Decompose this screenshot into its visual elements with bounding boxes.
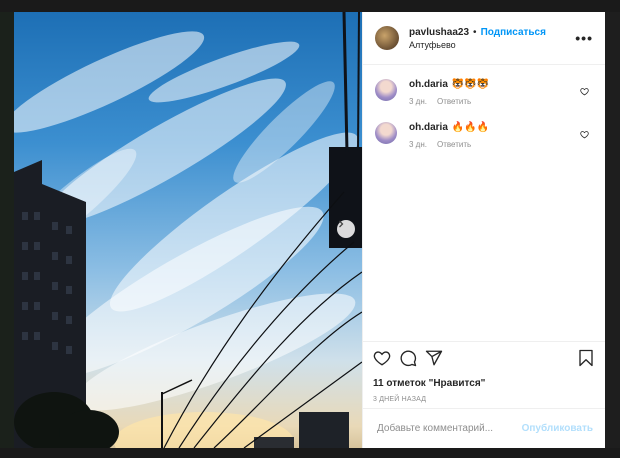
- heart-icon: [373, 350, 391, 366]
- bookmark-icon: [579, 349, 593, 366]
- sky-photo: [14, 12, 362, 448]
- more-options-button[interactable]: •••: [575, 30, 593, 46]
- add-comment-bar: Опубликовать: [363, 408, 605, 448]
- author-avatar[interactable]: [375, 26, 399, 50]
- commenter-username[interactable]: oh.daria: [409, 79, 448, 90]
- post-modal: pavlushaa23 • Подписаться Алтуфьево ••• …: [14, 12, 605, 448]
- heart-icon: [580, 131, 589, 139]
- publish-button[interactable]: Опубликовать: [522, 423, 593, 434]
- post-location[interactable]: Алтуфьево: [409, 40, 575, 50]
- like-button[interactable]: [373, 349, 391, 372]
- comment-time[interactable]: 3 дн.: [409, 140, 427, 149]
- comment-icon: [400, 350, 417, 366]
- comment-item: oh.daria 🐯🐯🐯 3 дн. Ответить: [375, 79, 593, 106]
- chevron-right-icon: [339, 220, 344, 228]
- author-username[interactable]: pavlushaa23: [409, 27, 469, 38]
- comment-like-button[interactable]: [580, 126, 589, 144]
- comment-input[interactable]: [375, 422, 522, 435]
- comment-button[interactable]: [399, 349, 417, 372]
- reply-button[interactable]: Ответить: [437, 97, 471, 106]
- likes-count[interactable]: 11 отметок "Нравится": [373, 378, 595, 389]
- heart-icon: [580, 88, 589, 96]
- commenter-avatar[interactable]: [375, 79, 397, 101]
- share-button[interactable]: [425, 349, 443, 372]
- share-icon: [425, 350, 443, 365]
- comment-like-button[interactable]: [580, 83, 589, 101]
- post-photo[interactable]: [14, 12, 362, 448]
- comment-text: 🐯🐯🐯: [451, 79, 490, 90]
- next-photo-button[interactable]: [337, 220, 355, 238]
- separator-dot: •: [473, 26, 477, 38]
- post-sidebar: pavlushaa23 • Подписаться Алтуфьево ••• …: [362, 12, 605, 448]
- commenter-username[interactable]: oh.daria: [409, 122, 448, 133]
- post-header: pavlushaa23 • Подписаться Алтуфьево •••: [363, 12, 605, 65]
- save-button[interactable]: [577, 349, 595, 372]
- more-icon: •••: [575, 30, 593, 46]
- post-date[interactable]: 3 ДНЕЙ НАЗАД: [373, 396, 595, 403]
- post-actions: 11 отметок "Нравится" 3 ДНЕЙ НАЗАД: [363, 341, 605, 403]
- comments-list: oh.daria 🐯🐯🐯 3 дн. Ответить oh.daria 🔥🔥🔥…: [363, 65, 605, 149]
- commenter-avatar[interactable]: [375, 122, 397, 144]
- comment-text: 🔥🔥🔥: [451, 122, 490, 133]
- comment-time[interactable]: 3 дн.: [409, 97, 427, 106]
- comment-item: oh.daria 🔥🔥🔥 3 дн. Ответить: [375, 122, 593, 149]
- reply-button[interactable]: Ответить: [437, 140, 471, 149]
- follow-button[interactable]: Подписаться: [481, 27, 546, 38]
